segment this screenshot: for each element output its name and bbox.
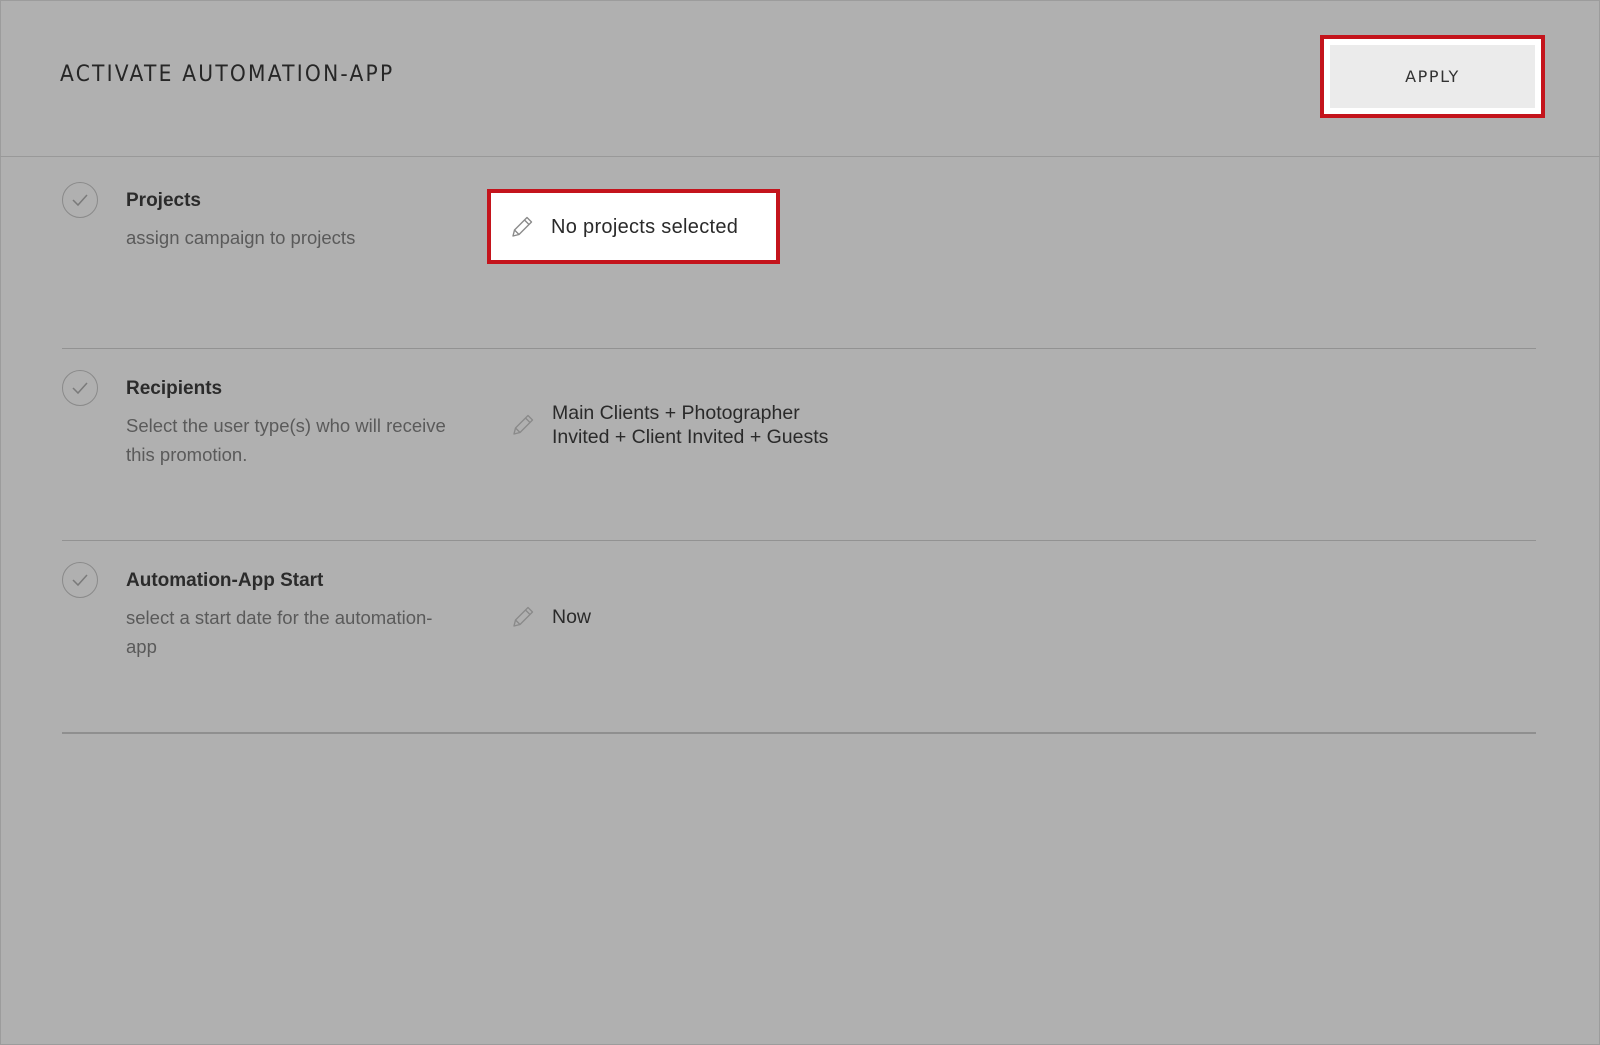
start-title: Automation-App Start	[126, 570, 324, 591]
projects-value: No projects selected	[551, 215, 739, 238]
page-title: ACTIVATE AUTOMATION-APP	[60, 62, 395, 87]
recipients-description: Select the user type(s) who will receive…	[126, 415, 446, 465]
projects-section: Projects assign campaign to projects	[62, 157, 1536, 349]
pencil-icon	[512, 216, 533, 237]
pencil-icon	[513, 414, 534, 435]
start-date-selector[interactable]: Now	[510, 604, 591, 630]
projects-title: Projects	[126, 190, 201, 211]
apply-button[interactable]: APPLY	[1330, 45, 1535, 108]
header-bar: ACTIVATE AUTOMATION-APP APPLY	[0, 0, 1600, 157]
projects-selector[interactable]: No projects selected	[487, 189, 780, 264]
start-section: Automation-App Start select a start date…	[62, 541, 1536, 734]
recipients-value-line: Invited + Client Invited + Guests	[552, 426, 829, 448]
recipients-value-line: Main Clients + Photographer	[552, 402, 800, 424]
recipients-selector[interactable]: Main Clients + Photographer Invited + Cl…	[510, 401, 828, 449]
start-value: Now	[552, 606, 592, 628]
check-icon	[62, 562, 98, 598]
start-description: select a start date for the automation-a…	[126, 607, 433, 657]
check-icon	[62, 370, 98, 406]
recipients-section: Recipients Select the user type(s) who w…	[62, 349, 1536, 541]
recipients-value: Main Clients + Photographer Invited + Cl…	[552, 401, 828, 449]
apply-button-highlight: APPLY	[1320, 35, 1545, 118]
check-icon	[62, 182, 98, 218]
recipients-title: Recipients	[126, 378, 223, 399]
pencil-icon	[513, 606, 534, 627]
projects-description: assign campaign to projects	[126, 227, 356, 248]
